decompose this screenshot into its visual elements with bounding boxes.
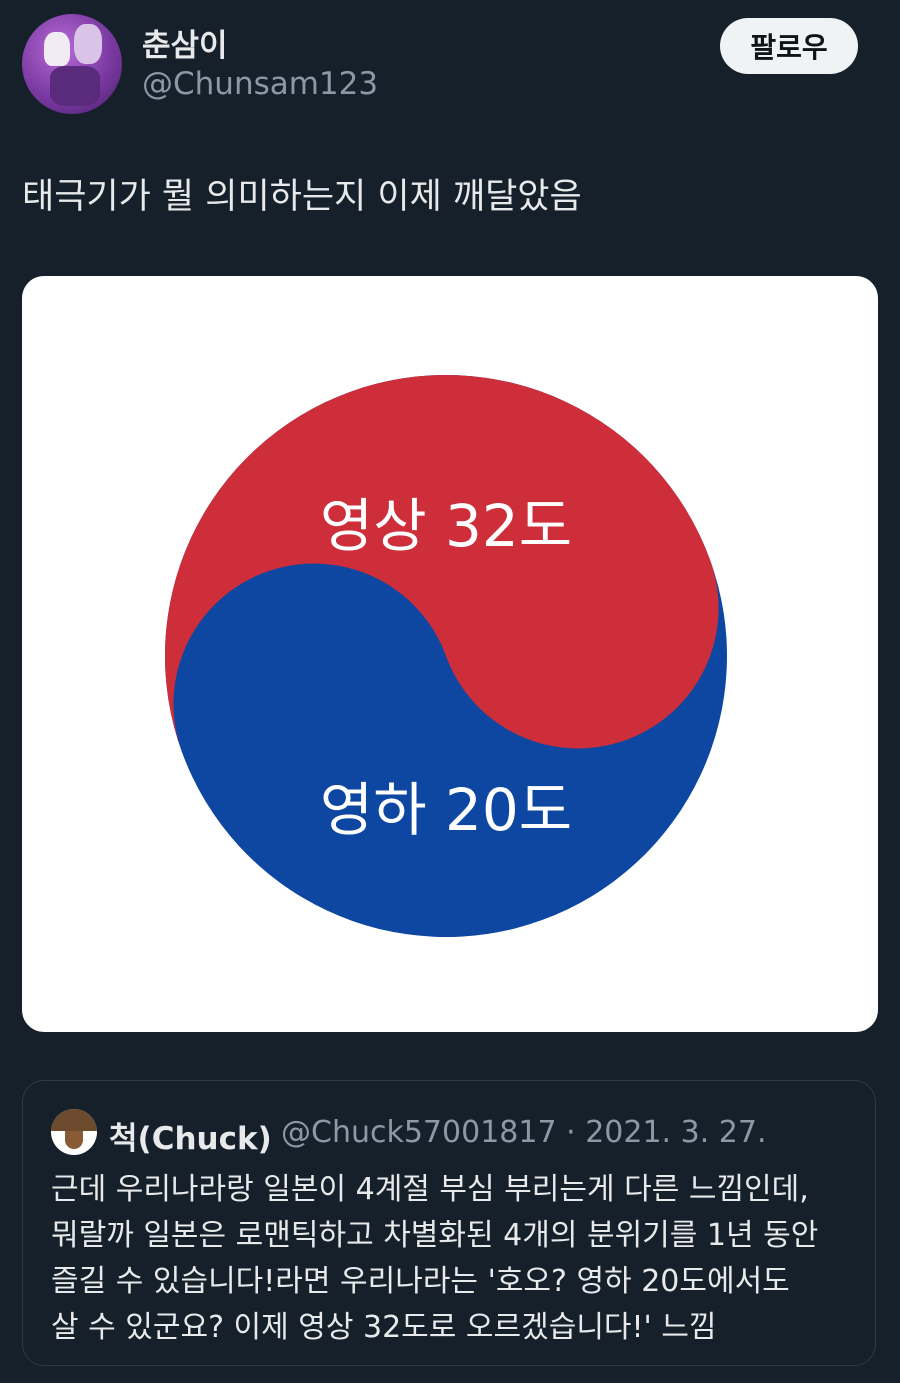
tweet-text: 태극기가 뭘 의미하는지 이제 깨달았음 — [22, 177, 582, 217]
quote-tweet[interactable]: 척(Chuck) @Chuck57001817 · 2021. 3. 27. 근… — [22, 1080, 876, 1366]
taegeuk-top-label: 영상 32도 — [320, 492, 572, 560]
quote-line: 근데 우리나라랑 일본이 4계절 부심 부리는게 다른 느낌인데, — [51, 1172, 809, 1207]
avatar-face — [65, 1131, 83, 1149]
avatar-figure — [44, 32, 70, 66]
taegeuk-bottom-label: 영하 20도 — [320, 776, 572, 844]
avatar-figure — [50, 66, 100, 106]
quote-date[interactable]: 2021. 3. 27. — [585, 1115, 766, 1150]
quote-line: 뭐랄까 일본은 로맨틱하고 차별화된 4개의 분위기를 1년 동안 — [51, 1218, 819, 1253]
tweet-header: 춘삼이 @Chunsam123 팔로우 — [22, 14, 860, 114]
quote-author-handle[interactable]: @Chuck57001817 — [281, 1115, 557, 1150]
quote-line: 살 수 있군요? 이제 영상 32도로 오르겠습니다!' 느낌 — [51, 1310, 717, 1345]
taegeuk-illustration: 영상 32도 영하 20도 — [165, 375, 727, 937]
avatar-figure — [74, 24, 102, 64]
author-name[interactable]: 춘삼이 — [142, 20, 228, 65]
quote-meta: @Chuck57001817 · 2021. 3. 27. — [281, 1115, 766, 1150]
quote-author-avatar[interactable] — [51, 1109, 97, 1155]
avatar-hat — [51, 1109, 97, 1131]
quote-line: 즐길 수 있습니다!라면 우리나라는 '호오? 영하 20도에서도 — [51, 1264, 790, 1299]
quote-text: 근데 우리나라랑 일본이 4계절 부심 부리는게 다른 느낌인데, 뭐랄까 일본… — [51, 1167, 861, 1351]
tweet-image[interactable]: 영상 32도 영하 20도 — [22, 276, 878, 1032]
meta-separator: · — [566, 1115, 576, 1150]
author-avatar[interactable] — [22, 14, 122, 114]
follow-button[interactable]: 팔로우 — [720, 18, 858, 74]
quote-author-name[interactable]: 척(Chuck) — [109, 1113, 272, 1158]
author-handle[interactable]: @Chunsam123 — [142, 66, 378, 102]
